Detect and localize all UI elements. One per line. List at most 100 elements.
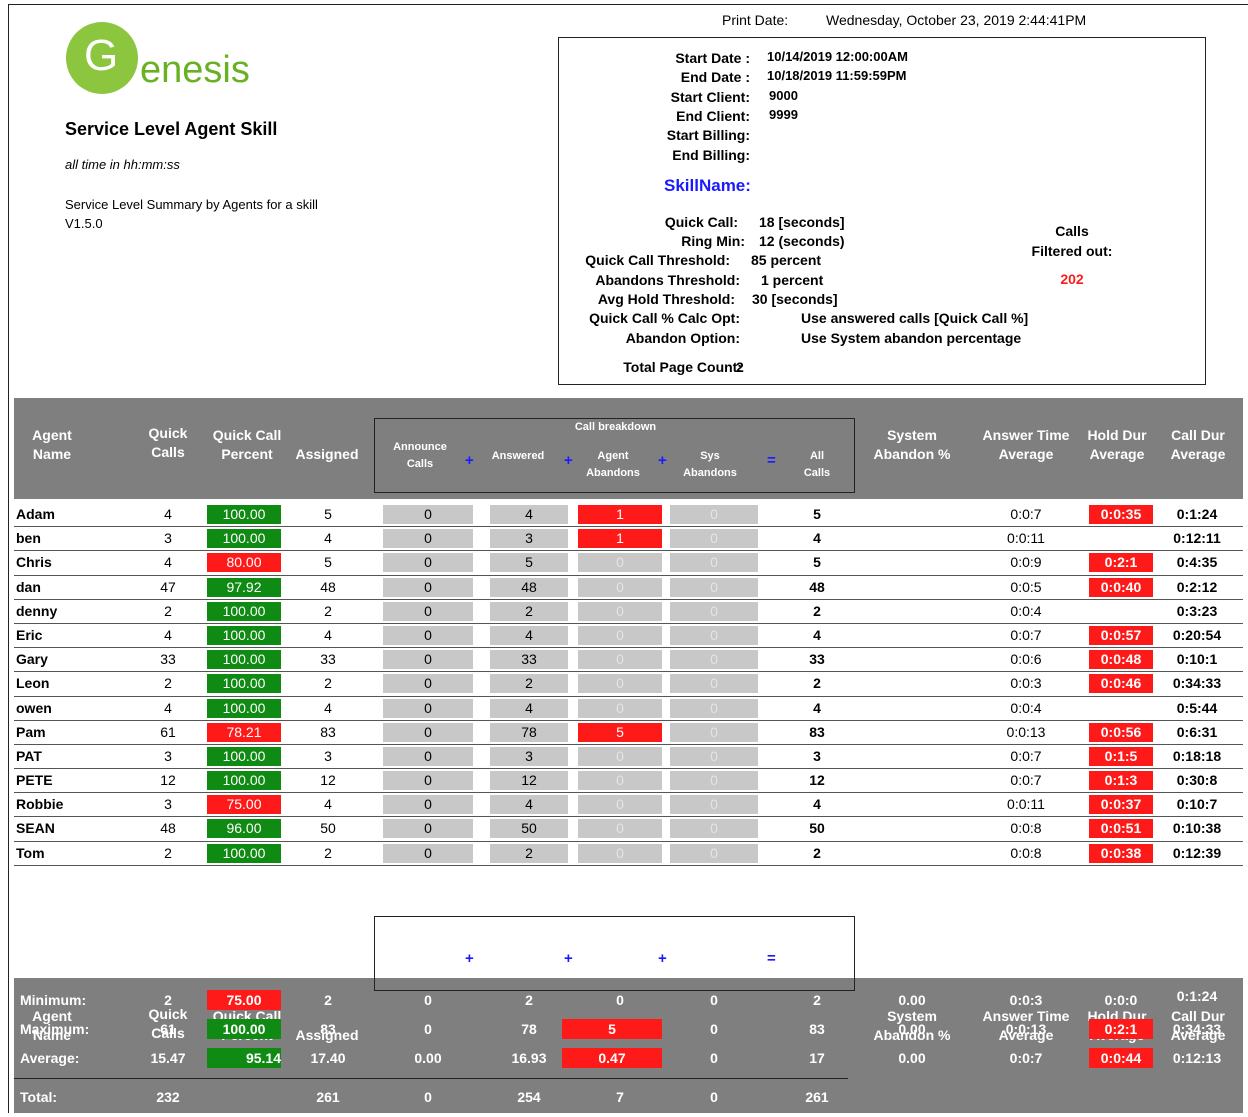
announce-calls: 0 [383,529,473,549]
hold-dur-avg: 0:0:35 [1089,505,1153,524]
call-dur-avg: 0:12:39 [1172,844,1222,861]
answered: 2 [490,674,568,694]
quick-call-percent: 100.00 [207,698,281,718]
assigned: 4 [324,530,332,547]
answered: 16.93 [511,1050,547,1066]
quick-call-percent: 100.00 [207,601,281,621]
assigned: 4 [324,626,332,643]
agent-abandons: 7 [616,1089,624,1105]
system-abandon-pct: 0.00 [898,1021,926,1037]
quick-calls: 2 [164,992,172,1008]
ring-min-label: Ring Min: [681,233,745,249]
agent-abandons: 5 [578,722,662,742]
table-row: Pam 61 78.21 83 0 78 5 0 83 0:0:13 0:0:56 0:6:31 [14,721,1243,745]
plus-icon: + [658,950,667,967]
sys-abandons: 0 [670,843,758,863]
call-dur-avg: 0:12:13 [1172,1050,1222,1066]
answer-time-avg: 0:0:3 [1009,992,1043,1008]
end-billing-label: End Billing: [672,147,750,163]
call-dur-avg: 0:12:11 [1173,530,1221,547]
plus-icon: + [564,452,573,469]
all-calls: 33 [809,651,825,668]
hold-dur-avg: 0:0:46 [1089,674,1153,694]
quick-calls: 33 [160,651,176,668]
call-dur-avg: 0:1:24 [1176,988,1218,1004]
announce-calls: 0 [383,795,473,815]
call-dur-avg: 0:20:54 [1172,626,1222,643]
agent-abandons: 0 [578,553,662,573]
answer-time-avg: 0:0:7 [1010,772,1042,789]
hold-dur-avg: 0:0:51 [1089,819,1153,839]
all-calls: 261 [805,1089,829,1105]
summary-label: Average: [20,1050,80,1066]
table-row: ben 3 100.00 4 0 3 1 0 4 0:0:11 0:12:11 [14,527,1243,552]
answered: 33 [490,650,568,670]
summary-label: Minimum: [20,992,87,1008]
table-header: Agent Name Quick Calls Quick Call Percent A… [14,398,1243,499]
announce-calls: 0 [383,505,473,524]
announce-calls: 0 [383,746,473,766]
assigned: 4 [324,796,332,813]
call-dur-avg: 0:34:33 [1172,675,1222,692]
call-dur-avg: 0:10:1 [1176,651,1218,668]
quick-call-percent: 97.92 [207,577,281,597]
all-calls: 3 [813,747,821,764]
quick-call-label: Quick Call: [664,214,738,230]
announce-calls: 0 [383,722,473,742]
col-agent-abandons: Agent Abandons [586,450,640,479]
answered: 254 [517,1089,541,1105]
answered: 48 [490,577,568,597]
col-sys-abandons: Sys Abandons [683,948,737,977]
all-calls: 2 [813,992,821,1008]
hold-dur-avg: 0:0:0 [1104,992,1138,1008]
col-answer-time-avg: Answer Time Average [982,427,1070,462]
agent-name: Tom [16,844,45,861]
end-date-value: 10/18/2019 11:59:59PM [767,68,907,83]
answer-time-avg: 0:0:7 [1010,747,1042,764]
agent-name: Adam [16,506,55,522]
col-all-calls: All Calls [803,450,831,479]
all-calls: 83 [809,1021,825,1037]
start-billing-label: Start Billing: [666,127,750,143]
call-dur-avg: 0:6:31 [1176,723,1218,740]
sys-abandons: 0 [670,505,758,524]
answer-time-avg: 0:0:9 [1010,554,1042,571]
announce-calls: 0 [383,698,473,718]
table-row: denny 2 100.00 2 0 2 0 0 2 0:0:4 0:3:23 [14,600,1243,624]
agent-name: Chris [16,554,52,571]
answered: 3 [490,746,568,766]
assigned: 83 [320,723,336,740]
start-client-value: 9000 [769,88,798,103]
agent-name: owen [16,699,52,716]
quick-calls: 2 [164,844,172,861]
hold-dur-avg: 0:0:37 [1089,795,1153,815]
summary-label: Total: [20,1089,58,1105]
call-dur-avg: 0:5:44 [1176,699,1218,716]
call-breakdown-box: Call breakdown Announce Calls + Answered … [374,916,855,991]
quick-call-percent: 100.00 [207,771,281,791]
table-row: Tom 2 100.00 2 0 2 0 0 2 0:0:8 0:0:38 0:12:39 [14,842,1243,866]
call-breakdown-title: Call breakdown [574,919,657,931]
answered: 4 [490,505,568,524]
sys-abandons: 0 [670,722,758,742]
table-row: PETE 12 100.00 12 0 12 0 0 12 0:0:7 0:1:3 0:30:8 [14,769,1243,794]
agent-abandons: 0 [578,674,662,694]
assigned: 2 [324,992,332,1008]
answered: 4 [490,625,568,645]
sys-abandons: 0 [670,819,758,839]
agent-abandons: 0 [578,843,662,863]
sys-abandons: 0 [670,553,758,573]
assigned: 5 [324,554,332,571]
agent-name: Eric [16,626,43,643]
start-client-label: Start Client: [670,89,750,105]
hold-dur-avg: 0:1:5 [1089,746,1153,766]
call-dur-avg: 0:10:38 [1172,820,1222,837]
announce-calls: 0 [383,553,473,573]
all-calls: 4 [813,626,821,643]
version-text: V1.5.0 [65,216,103,231]
quick-call-value: 18 [seconds] [759,214,845,230]
call-dur-avg: 0:2:12 [1176,578,1218,595]
announce-calls: 0.00 [414,1050,442,1066]
quick-calls: 4 [164,506,172,522]
all-calls: 5 [813,554,821,571]
